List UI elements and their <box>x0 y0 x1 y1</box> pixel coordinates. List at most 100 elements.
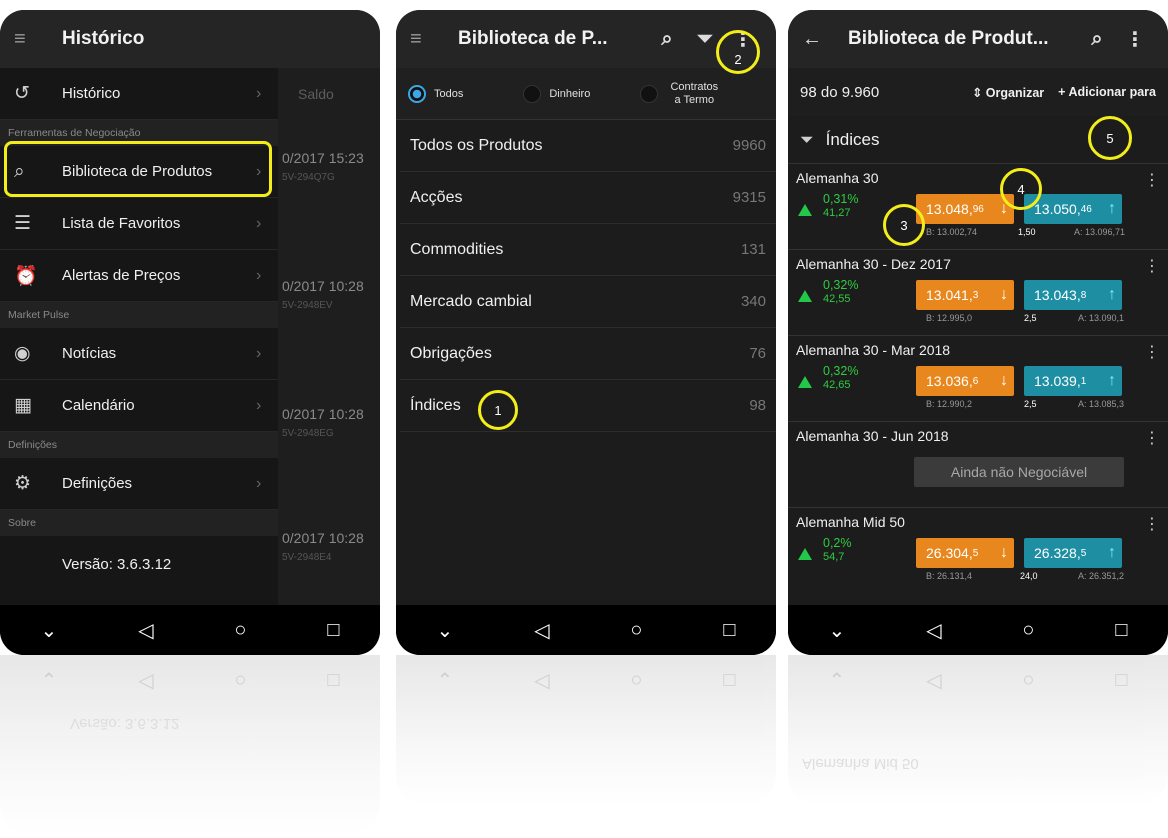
product-row[interactable]: Alemanha Mid 50 ⋮ 0,2% 54,7 26.304, 5 ↓ 26… <box>788 508 1168 594</box>
calendar-icon: ▦ <box>14 395 32 416</box>
product-row[interactable]: Alemanha 30 ⋮ 0,31% 41,27 13.048, 96 ↓ 13.… <box>788 164 1168 250</box>
back-icon[interactable]: ◁ <box>926 618 941 643</box>
low-price: B: 13.002,74 <box>926 227 978 237</box>
reflection-text: Alemanha Mid 50 <box>802 755 919 772</box>
change-value: 42,65 <box>823 379 851 391</box>
buy-button[interactable]: 26.328, 5 ↑ <box>1024 538 1122 568</box>
category-name: Todos os Produtos <box>410 136 543 154</box>
change-percent: 0,2% <box>823 536 852 550</box>
home-icon[interactable]: ○ <box>630 619 642 642</box>
drawer-item-definicoes[interactable]: ⚙ Definições › <box>0 458 278 510</box>
history-time: 0/2017 10:28 <box>282 530 364 546</box>
category-item[interactable]: Todos os Produtos 9960 <box>400 120 776 172</box>
callout-3: 3 <box>883 204 925 246</box>
back-icon[interactable]: ◁ <box>138 618 153 643</box>
search-icon[interactable]: ⌕ <box>1078 28 1116 51</box>
radio-contratos[interactable]: Contratos a Termo <box>640 81 722 106</box>
recent-apps-icon[interactable]: □ <box>1115 619 1127 642</box>
drawer-item-alertas[interactable]: ⏰ Alertas de Preços › <box>0 250 278 302</box>
category-item[interactable]: Mercado cambial 340 <box>400 276 776 328</box>
chevron-down-icon[interactable]: ⌄ <box>828 618 845 643</box>
category-item[interactable]: Commodities 131 <box>400 224 776 276</box>
history-code: 5V-2948EG <box>282 428 334 439</box>
back-arrow-icon[interactable]: ← <box>802 28 830 51</box>
more-vert-icon[interactable]: ⋮ <box>1116 27 1154 52</box>
alarm-clock-icon: ⏰ <box>14 265 38 287</box>
sell-button[interactable]: 26.304, 5 ↓ <box>916 538 1014 568</box>
history-row: 0/2017 15:23 5V-294Q7G <box>282 150 364 183</box>
section-header: Definições <box>0 432 278 458</box>
product-row[interactable]: Alemanha 30 - Jun 2018 ⋮ Ainda não Negoc… <box>788 422 1168 508</box>
phone-history-drawer: ≡ Histórico Saldo 0/2017 15:23 5V-294Q7G… <box>0 10 380 655</box>
sell-button[interactable]: 13.036, 6 ↓ <box>916 366 1014 396</box>
drawer-item-historico[interactable]: ↺ Histórico › <box>0 68 278 120</box>
arrow-down-icon: ↓ <box>1000 544 1008 561</box>
category-name: Índices <box>410 396 461 414</box>
results-bar: 98 do 9.960 ⇕ Organizar + Adicionar para <box>788 68 1168 116</box>
up-triangle-icon <box>798 548 812 560</box>
more-vert-icon[interactable]: ⋮ <box>1144 514 1160 534</box>
sell-price-decimals: 5 <box>972 547 979 559</box>
drawer-item-label: Notícias <box>62 345 117 362</box>
product-name: Alemanha 30 - Jun 2018 <box>796 428 949 444</box>
more-vert-icon[interactable]: ⋮ <box>1144 256 1160 276</box>
buy-button[interactable]: 13.039, 1 ↑ <box>1024 366 1122 396</box>
back-icon[interactable]: ◁ <box>534 618 549 643</box>
reflection: ⌃ ◁ ○ □ <box>396 655 776 805</box>
hamburger-menu-icon[interactable]: ≡ <box>14 28 42 51</box>
product-name: Alemanha Mid 50 <box>796 514 905 530</box>
category-item[interactable]: Acções 9315 <box>400 172 776 224</box>
category-item[interactable]: Índices 98 <box>400 380 776 432</box>
buy-button[interactable]: 13.043, 8 ↑ <box>1024 280 1122 310</box>
reflection-nav: ⌃ ◁ ○ □ <box>828 668 1128 692</box>
category-item[interactable]: Obrigações 76 <box>400 328 776 380</box>
search-icon[interactable]: ⌕ <box>648 28 686 51</box>
android-nav-bar: ⌄ ◁ ○ □ <box>0 605 380 655</box>
callout-1: 1 <box>478 390 518 430</box>
android-nav-bar: ⌄ ◁ ○ □ <box>788 605 1168 655</box>
chevron-right-icon: › <box>256 396 262 414</box>
add-to-button[interactable]: + Adicionar para <box>1058 85 1156 99</box>
product-row[interactable]: Alemanha 30 - Mar 2018 ⋮ 0,32% 42,65 13.… <box>788 336 1168 422</box>
chevron-down-icon[interactable]: ⌄ <box>436 618 453 643</box>
chevron-down-icon[interactable]: ⌄ <box>40 618 57 643</box>
product-row[interactable]: Alemanha 30 - Dez 2017 ⋮ 0,32% 42,55 13.… <box>788 250 1168 336</box>
saldo-header: Saldo <box>298 86 334 102</box>
drawer-item-label: Definições <box>62 475 133 492</box>
drawer-item-favoritos[interactable]: ☰ Lista de Favoritos › <box>0 198 278 250</box>
recent-apps-icon[interactable]: □ <box>327 619 339 642</box>
up-triangle-icon <box>798 376 812 388</box>
organize-button[interactable]: ⇕ Organizar <box>972 85 1044 100</box>
arrow-up-icon: ↑ <box>1108 372 1116 389</box>
sell-button[interactable]: 13.041, 3 ↓ <box>916 280 1014 310</box>
product-name: Alemanha 30 - Mar 2018 <box>796 342 951 358</box>
filter-label: Índices <box>825 129 880 149</box>
history-time: 0/2017 15:23 <box>282 150 364 166</box>
hamburger-menu-icon[interactable]: ≡ <box>410 28 438 51</box>
top-bar: ← Biblioteca de Produt... ⌕ ⋮ <box>788 10 1168 68</box>
recent-apps-icon[interactable]: □ <box>723 619 735 642</box>
reflection: ⌃ ◁ ○ □ Versão: 3.6.3.12 <box>0 655 380 835</box>
radio-dinheiro[interactable]: Dinheiro <box>523 84 591 103</box>
buy-price: 26.328, <box>1034 545 1081 561</box>
radio-todos[interactable]: Todos <box>408 84 463 103</box>
reflection-nav: ⌃ ◁ ○ □ <box>436 668 736 692</box>
spread: 1,50 <box>1018 227 1036 237</box>
more-vert-icon[interactable]: ⋮ <box>1144 342 1160 362</box>
more-vert-icon[interactable]: ⋮ <box>1144 170 1160 190</box>
page-title: Biblioteca de P... <box>458 28 608 49</box>
filter-icon: ⏷ <box>800 129 814 149</box>
sell-price: 13.036, <box>926 373 973 389</box>
history-code: 5V-2948EV <box>282 300 333 311</box>
home-icon[interactable]: ○ <box>234 619 246 642</box>
section-header: Sobre <box>0 510 278 536</box>
drawer-item-calendario[interactable]: ▦ Calendário › <box>0 380 278 432</box>
arrow-up-icon: ↑ <box>1108 544 1116 561</box>
drawer-item-noticias[interactable]: ◉ Notícias › <box>0 328 278 380</box>
buy-price-decimals: 46 <box>1080 203 1092 215</box>
more-vert-icon[interactable]: ⋮ <box>1144 428 1160 448</box>
sell-button[interactable]: 13.048, 96 ↓ <box>916 194 1014 224</box>
radio-label: Dinheiro <box>549 87 591 100</box>
product-type-filter: Todos Dinheiro Contratos a Termo <box>396 68 776 120</box>
home-icon[interactable]: ○ <box>1022 619 1034 642</box>
